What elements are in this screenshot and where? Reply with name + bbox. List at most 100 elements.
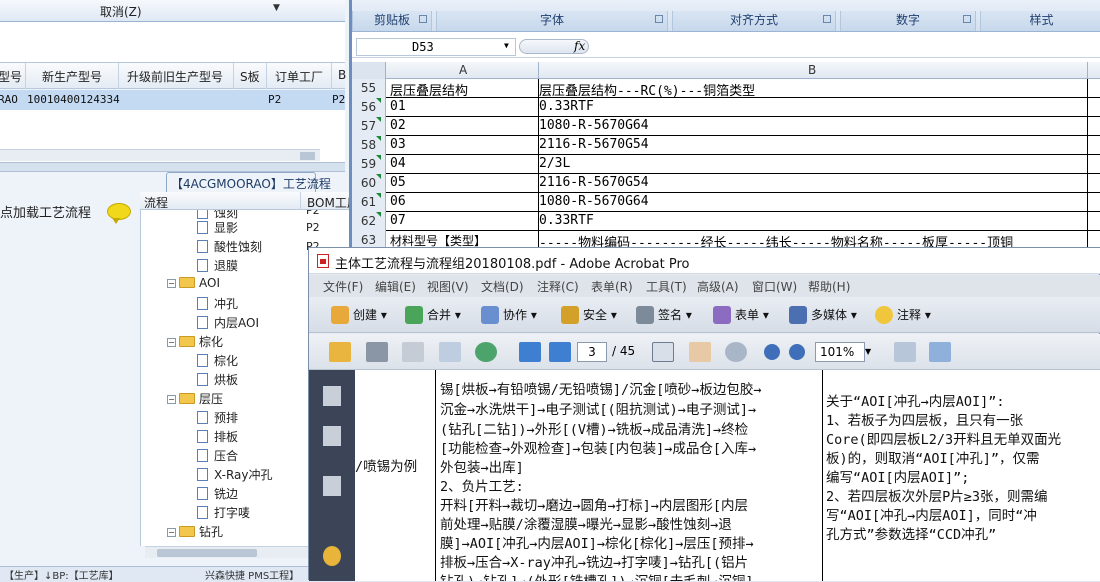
ribbon-group-alignment[interactable]: 对齐方式	[672, 11, 836, 31]
print-icon[interactable]	[366, 342, 388, 362]
column-header-a[interactable]: A	[459, 63, 467, 77]
pages-icon[interactable]	[323, 386, 341, 406]
zoom-out-icon[interactable]	[764, 344, 780, 360]
collapse-icon[interactable]: −	[167, 395, 176, 404]
menu-document[interactable]: 文档(D)	[481, 278, 524, 295]
create-button[interactable]: 创建 ▾	[331, 305, 387, 325]
ribbon-group-styles[interactable]: 样式	[980, 11, 1100, 31]
menu-tools[interactable]: 工具(T)	[646, 278, 687, 295]
next-page-icon[interactable]	[549, 342, 571, 362]
page-number-input[interactable]: 3	[577, 342, 607, 362]
previous-page-icon[interactable]	[519, 342, 541, 362]
tree-node[interactable]: 内层AOI	[197, 314, 259, 333]
save-icon[interactable]	[402, 342, 424, 362]
cell-b[interactable]: 0.33RTF	[539, 99, 594, 114]
tree-node[interactable]: 铣边	[197, 485, 238, 504]
name-box[interactable]: D53 ▼	[356, 38, 516, 56]
collaborate-button[interactable]: 协作 ▾	[481, 305, 537, 325]
collapse-icon[interactable]: −	[167, 338, 176, 347]
insert-function-button[interactable]: fx	[519, 39, 589, 54]
tree-node[interactable]: X-Ray冲孔	[197, 466, 272, 485]
menu-view[interactable]: 视图(V)	[427, 278, 469, 295]
tree-group[interactable]: − 棕化	[167, 333, 223, 352]
tree-horizontal-scrollbar[interactable]	[145, 546, 308, 558]
document-view[interactable]: /喷锡为例 锡[烘板→有铅喷锡/无铅喷锡]/沉金[喷砂→板边包胶→ 沉金→水洗烘…	[355, 370, 1100, 581]
col-header-s-board[interactable]: S板	[240, 68, 260, 85]
select-tool-icon[interactable]	[652, 342, 674, 362]
cell-b[interactable]: 1080-R-5670G64	[539, 194, 649, 209]
cell-b[interactable]: 2116-R-5670G54	[539, 175, 649, 190]
dialog-launcher-icon[interactable]	[823, 15, 831, 23]
sign-button[interactable]: 签名 ▾	[636, 305, 692, 325]
hand-tool-icon[interactable]	[689, 342, 711, 362]
cell-a[interactable]: 03	[390, 137, 406, 152]
cell-b[interactable]: 2116-R-5670G54	[539, 137, 649, 152]
dialog-launcher-icon[interactable]	[963, 15, 971, 23]
collapse-icon[interactable]: −	[167, 528, 176, 537]
column-header-b[interactable]: B	[808, 63, 816, 77]
zoom-input[interactable]: 101%	[815, 342, 865, 362]
tree-node[interactable]: 压合	[197, 447, 238, 466]
panel-splitter[interactable]	[0, 162, 345, 172]
ribbon-group-clipboard[interactable]: 剪贴板	[352, 11, 432, 31]
chevron-down-icon[interactable]: ▼	[865, 342, 877, 362]
sheet-row[interactable]: 60 05 2116-R-5670G54	[352, 174, 1100, 193]
sheet-row[interactable]: 58 03 2116-R-5670G54	[352, 136, 1100, 155]
forms-button[interactable]: 表单 ▾	[713, 305, 769, 325]
chevron-down-icon[interactable]: ▼	[273, 3, 280, 13]
dialog-launcher-icon[interactable]	[419, 15, 427, 23]
zoom-in-icon[interactable]	[789, 344, 805, 360]
tree-node[interactable]: 显影	[197, 219, 238, 238]
scrollbar-thumb[interactable]	[157, 549, 257, 557]
menu-advanced[interactable]: 高级(A)	[697, 278, 739, 295]
tree-group[interactable]: − AOI	[167, 276, 220, 295]
grid-horizontal-scrollbar[interactable]	[0, 149, 320, 161]
cell-a[interactable]: 01	[390, 99, 406, 114]
col-header-order-factory[interactable]: 订单工厂	[275, 68, 323, 85]
multimedia-button[interactable]: 多媒体 ▾	[789, 305, 857, 325]
menu-file[interactable]: 文件(F)	[323, 278, 363, 295]
load-process-panel[interactable]: 点加载工艺流程	[0, 192, 140, 556]
cell-a[interactable]: 07	[390, 213, 406, 228]
tree-node[interactable]: 酸性蚀刻	[197, 238, 262, 257]
ribbon-group-number[interactable]: 数字	[840, 11, 976, 31]
tree-node[interactable]: 退膜	[197, 257, 238, 276]
open-folder-icon[interactable]	[329, 342, 351, 362]
web-icon[interactable]	[475, 342, 497, 362]
tree-group[interactable]: − 层压	[167, 390, 223, 409]
tree-node[interactable]: 预排	[197, 409, 238, 428]
tree-node[interactable]: 烘板	[197, 371, 238, 390]
title-bar[interactable]: 主体工艺流程与流程组20180108.pdf - Adobe Acrobat P…	[309, 248, 1100, 274]
tree-node[interactable]: 棕化	[197, 352, 238, 371]
cell-a[interactable]: 层压叠层结构	[390, 80, 468, 99]
tree-group[interactable]: − 钻孔	[167, 523, 223, 542]
combine-button[interactable]: 合并 ▾	[405, 305, 461, 325]
ribbon-group-font[interactable]: 字体	[436, 11, 668, 31]
menu-help[interactable]: 帮助(H)	[808, 278, 850, 295]
fit-page-icon[interactable]	[929, 342, 951, 362]
sheet-row[interactable]: 55 层压叠层结构 层压叠层结构---RC(%)---铜箔类型	[352, 79, 1100, 99]
comment-button[interactable]: 注释 ▾	[875, 305, 931, 325]
scrollbar-thumb[interactable]	[300, 152, 315, 160]
col-header-model[interactable]: 型号	[0, 68, 22, 85]
sheet-row[interactable]: 57 02 1080-R-5670G64	[352, 117, 1100, 136]
chat-bubble-icon[interactable]	[107, 203, 131, 224]
email-icon[interactable]	[439, 342, 461, 362]
tree-node[interactable]: 打字唛	[197, 504, 250, 523]
sheet-row[interactable]: 62 07 0.33RTF	[352, 212, 1100, 231]
cell-b[interactable]: 2/3L	[539, 156, 570, 171]
sheet-row[interactable]: 56 01 0.33RTF	[352, 98, 1100, 117]
cell-b[interactable]: 0.33RTF	[539, 213, 594, 228]
collapse-icon[interactable]: −	[167, 279, 176, 288]
cell-a[interactable]: 04	[390, 156, 406, 171]
zoom-tool-icon[interactable]	[725, 342, 747, 362]
menu-edit[interactable]: 编辑(E)	[375, 278, 416, 295]
fit-width-icon[interactable]	[894, 342, 916, 362]
menu-forms[interactable]: 表单(R)	[591, 278, 633, 295]
select-all-corner[interactable]	[352, 62, 386, 79]
dialog-launcher-icon[interactable]	[655, 15, 663, 23]
col-header-old-model[interactable]: 升级前旧生产型号	[127, 68, 223, 85]
comments-icon[interactable]	[323, 546, 341, 566]
cell-b[interactable]: 层压叠层结构---RC(%)---铜箔类型	[539, 80, 755, 99]
menu-window[interactable]: 窗口(W)	[752, 278, 797, 295]
